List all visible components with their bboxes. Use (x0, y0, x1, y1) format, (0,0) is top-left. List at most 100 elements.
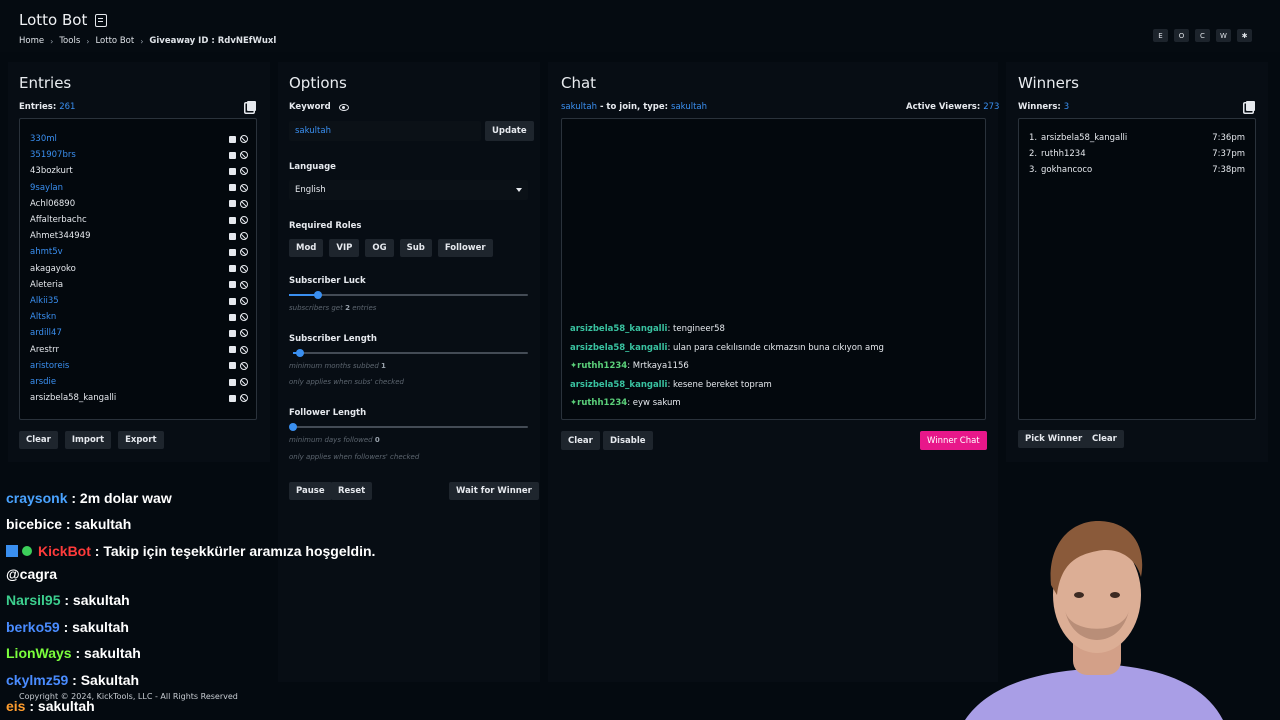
top-button-e[interactable]: E (1153, 29, 1168, 42)
checkbox-icon[interactable] (229, 248, 236, 256)
winner-name: arsizbela58_kangalli (1041, 133, 1128, 143)
eye-icon[interactable] (338, 103, 349, 111)
wait-for-winner-button[interactable]: Wait for Winner (449, 482, 539, 500)
chat-colon: : (627, 398, 633, 408)
checkbox-icon[interactable] (229, 394, 236, 402)
keyword-input[interactable]: sakultah (289, 121, 481, 141)
active-viewers: Active Viewers: 273 (906, 102, 999, 112)
checkbox-icon[interactable] (229, 184, 236, 192)
ban-icon[interactable] (240, 232, 248, 241)
entry-name[interactable]: Alkii35 (30, 296, 229, 306)
checkbox-icon[interactable] (229, 329, 236, 337)
checkbox-icon[interactable] (229, 313, 236, 321)
ban-icon[interactable] (240, 329, 248, 338)
sub-length-slider[interactable] (293, 349, 528, 357)
checkbox-icon[interactable] (229, 346, 236, 354)
reset-button[interactable]: Reset (331, 482, 373, 500)
checkbox-icon[interactable] (229, 167, 236, 175)
clear-winners-button[interactable]: Clear (1085, 430, 1124, 448)
ban-icon[interactable] (240, 394, 248, 403)
entry-name[interactable]: ardill47 (30, 328, 229, 338)
ban-icon[interactable] (240, 313, 248, 322)
top-button-c[interactable]: C (1195, 29, 1210, 42)
pick-winner-button[interactable]: Pick Winner (1018, 430, 1090, 448)
role-og[interactable]: OG (365, 239, 394, 257)
copy-icon[interactable] (1246, 101, 1255, 111)
role-sub[interactable]: Sub (399, 239, 432, 257)
checkbox-icon[interactable] (229, 232, 236, 240)
role-follower[interactable]: Follower (437, 239, 493, 257)
entry-name[interactable]: arsizbela58_kangalli (30, 393, 229, 403)
entry-name[interactable]: 351907brs (30, 150, 229, 160)
entry-name[interactable]: Affalterbachc (30, 215, 229, 225)
entry-name[interactable]: ahmt5v (30, 247, 229, 257)
language-select[interactable]: English (289, 180, 528, 200)
entry-name[interactable]: Ahmet344949 (30, 231, 229, 241)
checkbox-icon[interactable] (229, 297, 236, 305)
entry-actions (229, 313, 248, 322)
entry-name[interactable]: Arestrr (30, 345, 229, 355)
update-button[interactable]: Update (485, 121, 534, 141)
entry-name[interactable]: Aleteria (30, 280, 229, 290)
checkbox-icon[interactable] (229, 362, 236, 370)
ban-icon[interactable] (240, 183, 248, 192)
ban-icon[interactable] (240, 264, 248, 273)
chat-user[interactable]: arsizbela58_kangalli (570, 324, 667, 334)
clear-entries-button[interactable]: Clear (19, 431, 58, 449)
sub-luck-slider[interactable] (289, 291, 528, 299)
disable-button[interactable]: Disable (603, 431, 653, 450)
checkbox-icon[interactable] (229, 216, 236, 224)
ban-icon[interactable] (240, 297, 248, 305)
copy-icon[interactable] (247, 101, 256, 111)
chat-box[interactable]: arsizbela58_kangalli: tengineer58 arsizbe… (561, 118, 986, 420)
checkbox-icon[interactable] (229, 151, 236, 159)
ban-icon[interactable] (240, 167, 248, 176)
entry-name[interactable]: Achl06890 (30, 199, 229, 209)
slider-knob[interactable] (296, 349, 305, 357)
ban-icon[interactable] (240, 151, 248, 160)
slider-knob[interactable] (313, 291, 322, 299)
checkbox-icon[interactable] (229, 281, 236, 289)
checkbox-icon[interactable] (229, 135, 236, 143)
entry-name[interactable]: Altskn (30, 312, 229, 322)
stream-chat-text: : sakultah (59, 619, 129, 635)
entry-name[interactable]: 9saylan (30, 183, 229, 193)
pause-button[interactable]: Pause (289, 482, 332, 500)
ban-icon[interactable] (240, 248, 248, 257)
ban-icon[interactable] (240, 216, 248, 224)
entry-name[interactable]: 43bozkurt (30, 166, 229, 176)
ban-icon[interactable] (240, 345, 248, 354)
ban-icon[interactable] (240, 280, 248, 289)
breadcrumb-home[interactable]: Home (19, 36, 44, 46)
ban-icon[interactable] (240, 135, 248, 143)
export-button[interactable]: Export (118, 431, 164, 449)
role-mod[interactable]: Mod (289, 239, 324, 257)
settings-icon[interactable]: ✱ (1237, 29, 1252, 42)
entry-name[interactable]: aristoreis (30, 361, 229, 371)
chevron-right-icon: › (86, 36, 90, 46)
chat-user[interactable]: ruthh1234 (577, 361, 627, 371)
ban-icon[interactable] (240, 199, 248, 208)
breadcrumb-tools[interactable]: Tools (59, 36, 80, 46)
clear-chat-button[interactable]: Clear (561, 431, 600, 450)
entry-name[interactable]: 330ml (30, 134, 229, 144)
follower-length-slider[interactable] (289, 423, 528, 431)
checkbox-icon[interactable] (229, 378, 236, 386)
checkbox-icon[interactable] (229, 265, 236, 273)
top-button-w[interactable]: W (1216, 29, 1231, 42)
chat-user[interactable]: arsizbela58_kangalli (570, 380, 667, 390)
breadcrumb-lotto-bot[interactable]: Lotto Bot (95, 36, 134, 46)
role-vip[interactable]: VIP (329, 239, 360, 257)
import-button[interactable]: Import (64, 431, 112, 449)
ban-icon[interactable] (240, 361, 248, 370)
ban-icon[interactable] (240, 378, 248, 386)
entries-list[interactable]: 330ml 351907brs 43bozkurt 9saylan Achl06890 A… (19, 118, 257, 420)
checkbox-icon[interactable] (229, 200, 236, 208)
top-button-o[interactable]: O (1174, 29, 1189, 42)
chat-user[interactable]: ruthh1234 (577, 398, 627, 408)
chat-user[interactable]: arsizbela58_kangalli (570, 343, 667, 353)
entry-name[interactable]: arsdie (30, 377, 229, 387)
winner-chat-button[interactable]: Winner Chat (920, 431, 987, 450)
slider-knob[interactable] (289, 423, 297, 431)
entry-name[interactable]: akagayoko (30, 264, 229, 274)
